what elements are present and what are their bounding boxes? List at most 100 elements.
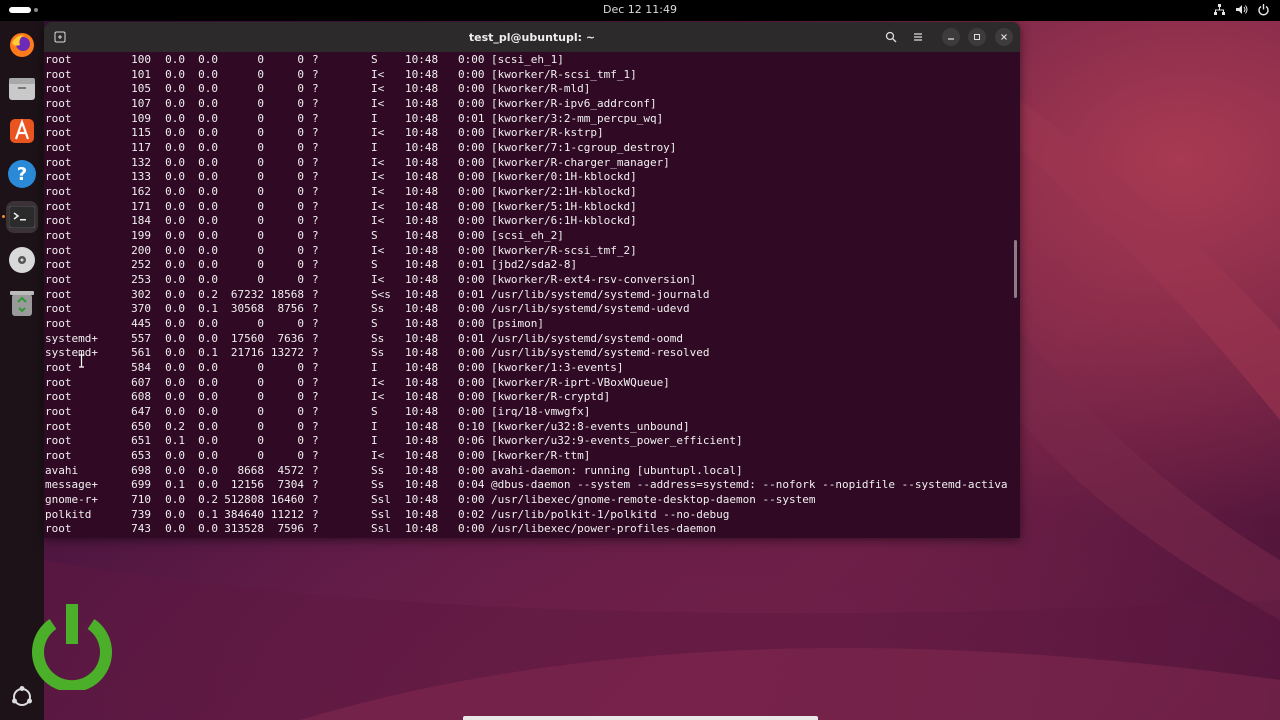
process-rss: 16460 — [270, 493, 304, 507]
process-command: [kworker/1:3-events] — [491, 361, 624, 375]
process-vsz: 30568 — [230, 302, 264, 316]
title-bar[interactable]: test_pl@ubuntupl: ~ — [44, 22, 1020, 52]
process-mem: 0.0 — [198, 82, 218, 96]
process-command: [kworker/u32:9-events_power_efficient] — [491, 434, 743, 448]
help-icon: ? — [8, 160, 36, 188]
process-stat: S — [371, 229, 378, 243]
process-mem: 0.0 — [198, 258, 218, 272]
process-command: [kworker/R-kstrp] — [491, 126, 604, 140]
system-tray[interactable] — [1213, 3, 1270, 16]
process-command: avahi-daemon: running [ubuntupl.local] — [491, 463, 743, 477]
process-tty: ? — [312, 214, 319, 228]
process-cpu: 0.2 — [165, 419, 185, 433]
dock-terminal[interactable] — [6, 201, 38, 233]
process-mem: 0.0 — [198, 67, 218, 81]
process-cpu: 0.0 — [165, 287, 185, 301]
process-vsz: 67232 — [230, 287, 264, 301]
process-mem: 0.0 — [198, 111, 218, 125]
process-command: [kworker/R-ipv6_addrconf] — [491, 97, 657, 110]
process-command: [kworker/6:1H-kblockd] — [491, 214, 637, 228]
process-command: [kworker/2:1H-kblockd] — [491, 185, 637, 199]
process-user: root — [45, 302, 72, 316]
dock-help[interactable]: ? — [6, 158, 38, 190]
maximize-button[interactable] — [968, 28, 986, 46]
process-pid: 743 — [131, 522, 151, 536]
terminal-output[interactable]: root 100 0.0 0.0 0 0? S 10:48 0:00 [scsi_eh_1]roo… — [44, 52, 1020, 538]
process-command: [kworker/R-scsi_tmf_2] — [491, 243, 637, 257]
process-vsz: 0 — [257, 361, 264, 375]
process-mem: 0.0 — [198, 390, 218, 404]
scrollbar[interactable] — [1014, 240, 1017, 298]
process-command: /usr/lib/systemd/systemd-resolved — [491, 346, 710, 360]
process-time: 0:00 — [458, 317, 485, 331]
process-user: root — [45, 449, 72, 463]
process-vsz: 0 — [257, 214, 264, 228]
process-time: 0:00 — [458, 53, 485, 66]
process-rss: 0 — [297, 141, 304, 155]
minimize-button[interactable] — [942, 28, 960, 46]
process-time: 0:00 — [458, 346, 485, 360]
terminal-icon — [9, 206, 35, 228]
process-rss: 0 — [297, 419, 304, 433]
process-vsz: 8668 — [237, 463, 265, 477]
process-rss: 0 — [297, 111, 304, 125]
process-start: 10:48 — [405, 214, 439, 228]
process-rss: 0 — [297, 53, 304, 66]
process-row: root 584 0.0 0.0 0 0? I 10:48 0:00 [kworker/1:3-e… — [44, 361, 1020, 375]
process-cpu: 0.0 — [165, 522, 185, 536]
process-mem: 0.0 — [198, 419, 218, 433]
search-button[interactable] — [881, 27, 901, 47]
process-user: root — [45, 317, 72, 331]
process-stat: I< — [371, 67, 385, 81]
process-rss: 0 — [297, 82, 304, 96]
dock-trash[interactable] — [6, 287, 38, 319]
process-start: 10:48 — [405, 419, 439, 433]
process-stat: S — [371, 317, 378, 331]
dock-firefox[interactable] — [6, 29, 38, 61]
process-cpu: 0.0 — [165, 126, 185, 140]
process-time: 0:00 — [458, 243, 485, 257]
process-rss: 0 — [297, 199, 304, 213]
process-rss: 0 — [297, 405, 304, 419]
process-time: 0:00 — [458, 361, 485, 375]
terminal-window[interactable]: test_pl@ubuntupl: ~ root 100 0.0 0.0 0 0? S 10:… — [44, 22, 1020, 538]
process-start: 10:48 — [405, 361, 439, 375]
process-cpu: 0.0 — [165, 229, 185, 243]
dock-disc[interactable] — [6, 244, 38, 276]
close-button[interactable] — [995, 28, 1013, 46]
process-vsz: 0 — [257, 229, 264, 243]
process-pid: 184 — [131, 214, 151, 228]
process-cpu: 0.0 — [165, 273, 185, 287]
process-row: root 184 0.0 0.0 0 0? I< 10:48 0:00 [kworker/6:1H… — [44, 214, 1020, 228]
process-tty: ? — [312, 522, 319, 536]
process-mem: 0.0 — [198, 331, 218, 345]
process-command: [kworker/5:1H-kblockd] — [491, 199, 637, 213]
process-command: [irq/18-vmwgfx] — [491, 405, 591, 419]
process-vsz: 21716 — [230, 346, 264, 360]
process-mem: 0.0 — [198, 273, 218, 287]
process-row: root 445 0.0 0.0 0 0? S 10:48 0:00 [psimon] — [44, 317, 1020, 331]
process-rss: 0 — [297, 449, 304, 463]
process-tty: ? — [312, 155, 319, 169]
process-row: root 302 0.0 0.2 67232 18568? S<s 10:48 0:01/usr… — [44, 288, 1020, 302]
process-tty: ? — [312, 287, 319, 301]
process-cpu: 0.1 — [165, 478, 185, 492]
process-pid: 199 — [131, 229, 151, 243]
process-row: root 607 0.0 0.0 0 0? I< 10:48 0:00 [kworker/R-ip… — [44, 376, 1020, 390]
process-cpu: 0.0 — [165, 199, 185, 213]
process-vsz: 0 — [257, 243, 264, 257]
dock-app-center[interactable] — [6, 115, 38, 147]
process-stat: S — [371, 405, 378, 419]
dock-files[interactable] — [6, 72, 38, 104]
menu-button[interactable] — [908, 27, 928, 47]
process-row: root 100 0.0 0.0 0 0? S 10:48 0:00 [scsi_eh_1] — [44, 53, 1020, 67]
process-row: root 105 0.0 0.0 0 0? I< 10:48 0:00 [kworker/R-ml… — [44, 82, 1020, 96]
process-cpu: 0.0 — [165, 507, 185, 521]
process-stat: I< — [371, 170, 385, 184]
process-stat: I< — [371, 273, 385, 287]
process-command: [kworker/R-mld] — [491, 82, 591, 96]
process-cpu: 0.0 — [165, 258, 185, 272]
process-command: [kworker/R-iprt-VBoxWQueue] — [491, 375, 670, 389]
process-tty: ? — [312, 302, 319, 316]
clock[interactable]: Dec 12 11:49 — [0, 3, 1280, 16]
